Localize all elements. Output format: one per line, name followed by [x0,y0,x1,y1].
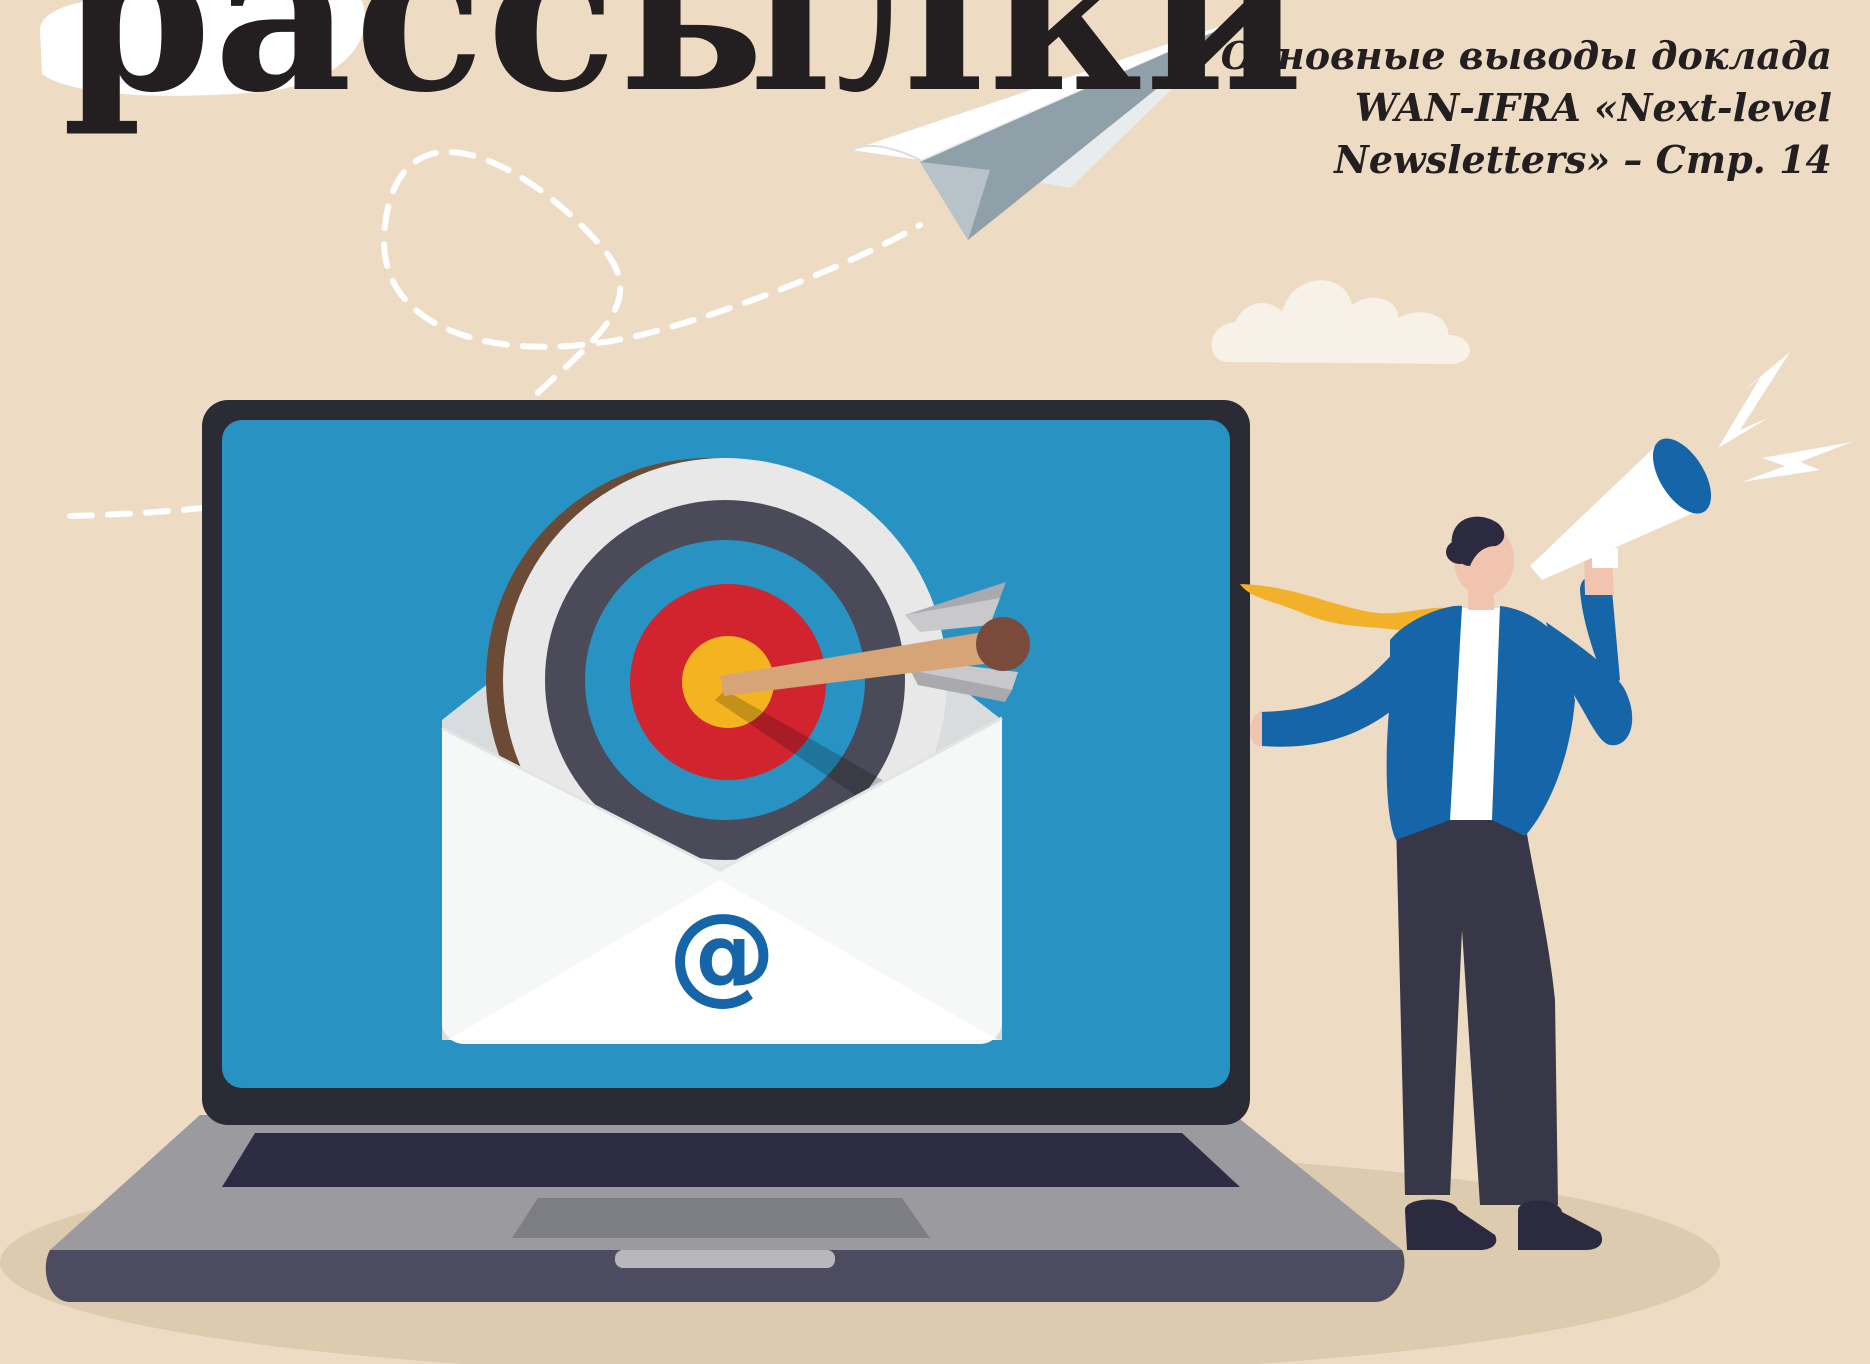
email-at-symbol: @ [668,891,776,1016]
teaser-line: Основные выводы доклада [1220,33,1832,78]
sound-bolt-icon [1742,442,1852,482]
cover-illustration: @ [0,0,1852,1364]
magazine-cover: @ рассылки Основные выводы доклада WAN-I… [0,0,1870,1364]
cloud-icon [1211,280,1470,364]
teaser-line: Newsletters» – Стр. 14 [1334,137,1832,182]
cover-headline: рассылки [62,0,1306,140]
megaphone-icon [1530,438,1712,580]
teaser-text[interactable]: Основные выводы доклада WAN-IFRA «Next-l… [1212,30,1832,186]
sound-bolt-icon [1718,352,1790,448]
businessman-figure [1240,516,1633,1250]
teaser-line: WAN-IFRA «Next-level [1354,85,1832,130]
